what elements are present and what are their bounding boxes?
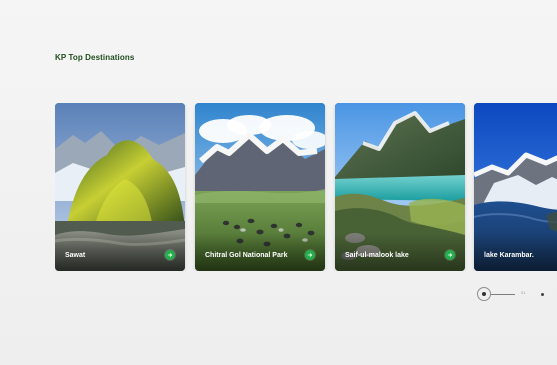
destinations-carousel[interactable]: Sawat Chitral Gol National Park Saif-ul-… [55, 103, 557, 271]
pagination[interactable]: 01 [477, 286, 547, 304]
pagination-next-dot[interactable] [541, 293, 544, 296]
page-background: KP Top Destinations Sawat Chitral Gol Na… [0, 0, 557, 365]
destination-name-sawat: Sawat [65, 252, 86, 259]
arrow-right-icon [447, 253, 453, 257]
arrow-right-icon [307, 253, 313, 257]
chitral-arrow-button[interactable] [305, 250, 315, 260]
pagination-line [491, 294, 515, 295]
arrow-right-icon [167, 253, 173, 257]
destination-name-chitral: Chitral Gol National Park [205, 252, 288, 259]
section-title: KP Top Destinations [55, 53, 135, 62]
destination-name-karambar: lake Karambar. [484, 252, 534, 259]
sawat-arrow-button[interactable] [165, 250, 175, 260]
destination-card-chitral[interactable]: Chitral Gol National Park [195, 103, 325, 271]
pagination-count: 01 [521, 290, 526, 295]
destination-card-karambar[interactable]: lake Karambar. [474, 103, 557, 271]
pagination-current-dot[interactable] [482, 292, 486, 296]
saif-ul-malook-arrow-button[interactable] [445, 250, 455, 260]
destination-card-saif-ul-malook[interactable]: Saif-ul-malook lake [335, 103, 465, 271]
destination-name-saif-ul-malook: Saif-ul-malook lake [345, 252, 409, 259]
destination-card-sawat[interactable]: Sawat [55, 103, 185, 271]
